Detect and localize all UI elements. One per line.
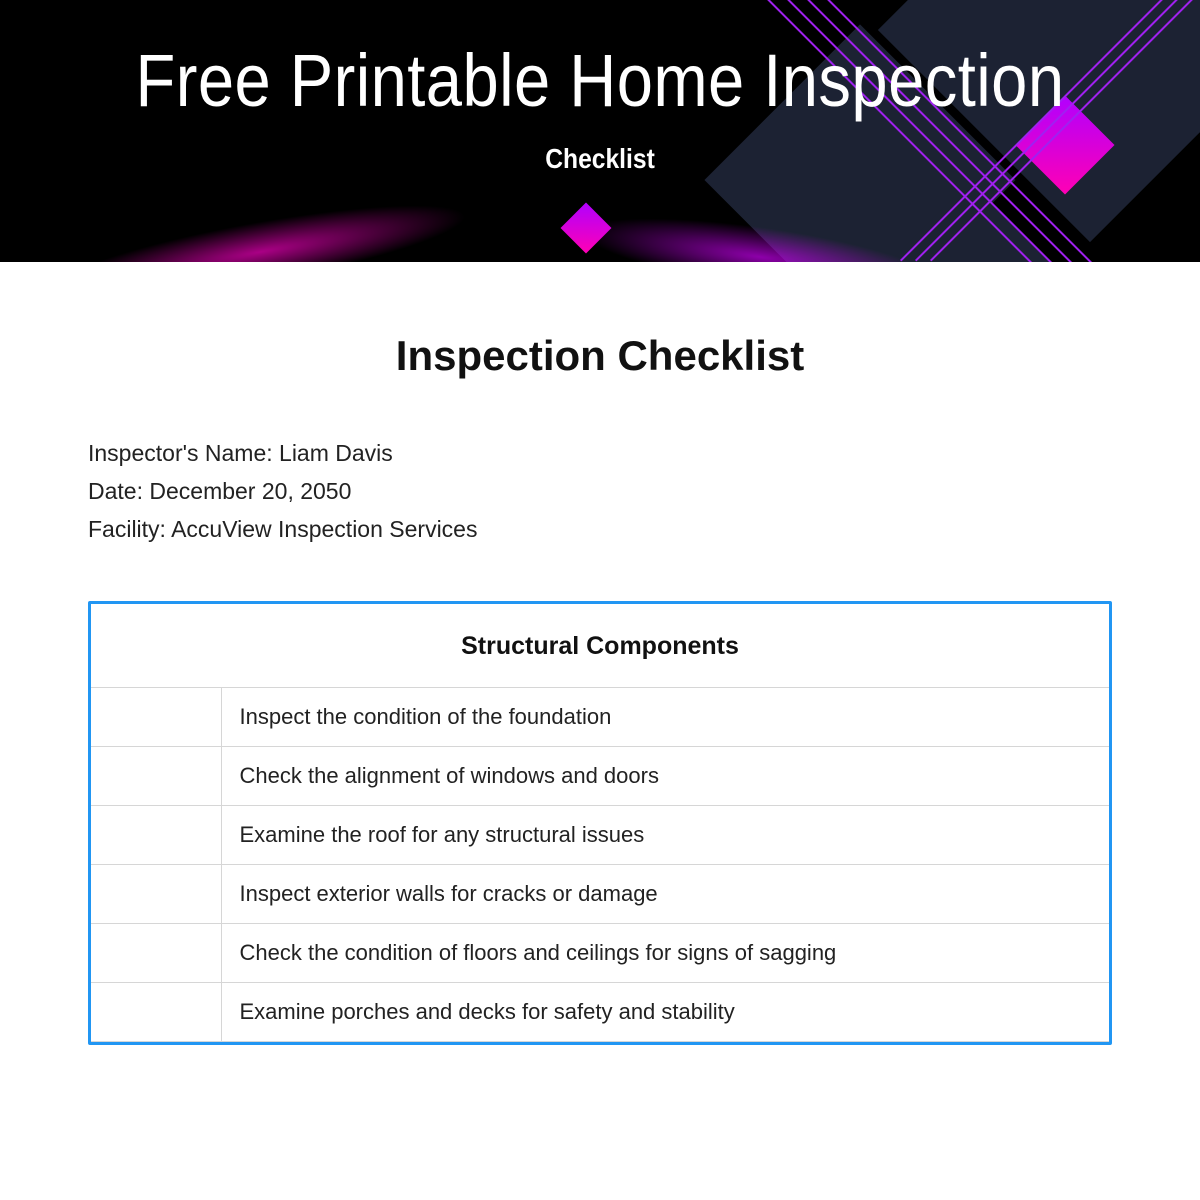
meta-facility-label: Facility: (88, 516, 166, 542)
item-cell: Check the condition of floors and ceilin… (221, 923, 1109, 982)
checkbox-cell[interactable] (91, 923, 221, 982)
table-row: Check the condition of floors and ceilin… (91, 923, 1109, 982)
meta-inspector-value: Liam Davis (279, 440, 393, 466)
table-row: Examine porches and decks for safety and… (91, 982, 1109, 1041)
meta-date: Date: December 20, 2050 (88, 473, 1112, 511)
checkbox-cell[interactable] (91, 982, 221, 1041)
item-cell: Inspect the condition of the foundation (221, 687, 1109, 746)
meta-facility-value: AccuView Inspection Services (171, 516, 477, 542)
checkbox-cell[interactable] (91, 864, 221, 923)
document-body: Inspection Checklist Inspector's Name: L… (0, 262, 1200, 1045)
item-cell: Check the alignment of windows and doors (221, 746, 1109, 805)
section-title: Structural Components (91, 604, 1109, 687)
table-row: Inspect exterior walls for cracks or dam… (91, 864, 1109, 923)
table-row: Examine the roof for any structural issu… (91, 805, 1109, 864)
item-cell: Examine porches and decks for safety and… (221, 982, 1109, 1041)
checkbox-cell[interactable] (91, 687, 221, 746)
table-row: Inspect the condition of the foundation (91, 687, 1109, 746)
hero-subtitle: Checklist (72, 123, 1128, 175)
document-title: Inspection Checklist (88, 332, 1112, 380)
checklist-table: Inspect the condition of the foundation … (91, 687, 1109, 1042)
checkbox-cell[interactable] (91, 746, 221, 805)
hero-banner: Free Printable Home Inspection Checklist (0, 0, 1200, 262)
item-cell: Examine the roof for any structural issu… (221, 805, 1109, 864)
table-row: Check the alignment of windows and doors (91, 746, 1109, 805)
meta-date-label: Date: (88, 478, 143, 504)
checkbox-cell[interactable] (91, 805, 221, 864)
section-box: Structural Components Inspect the condit… (88, 601, 1112, 1045)
meta-inspector: Inspector's Name: Liam Davis (88, 435, 1112, 473)
meta-date-value: December 20, 2050 (149, 478, 351, 504)
item-cell: Inspect exterior walls for cracks or dam… (221, 864, 1109, 923)
meta-inspector-label: Inspector's Name: (88, 440, 273, 466)
meta-block: Inspector's Name: Liam Davis Date: Decem… (88, 435, 1112, 549)
meta-facility: Facility: AccuView Inspection Services (88, 511, 1112, 549)
hero-title: Free Printable Home Inspection (72, 0, 1128, 123)
